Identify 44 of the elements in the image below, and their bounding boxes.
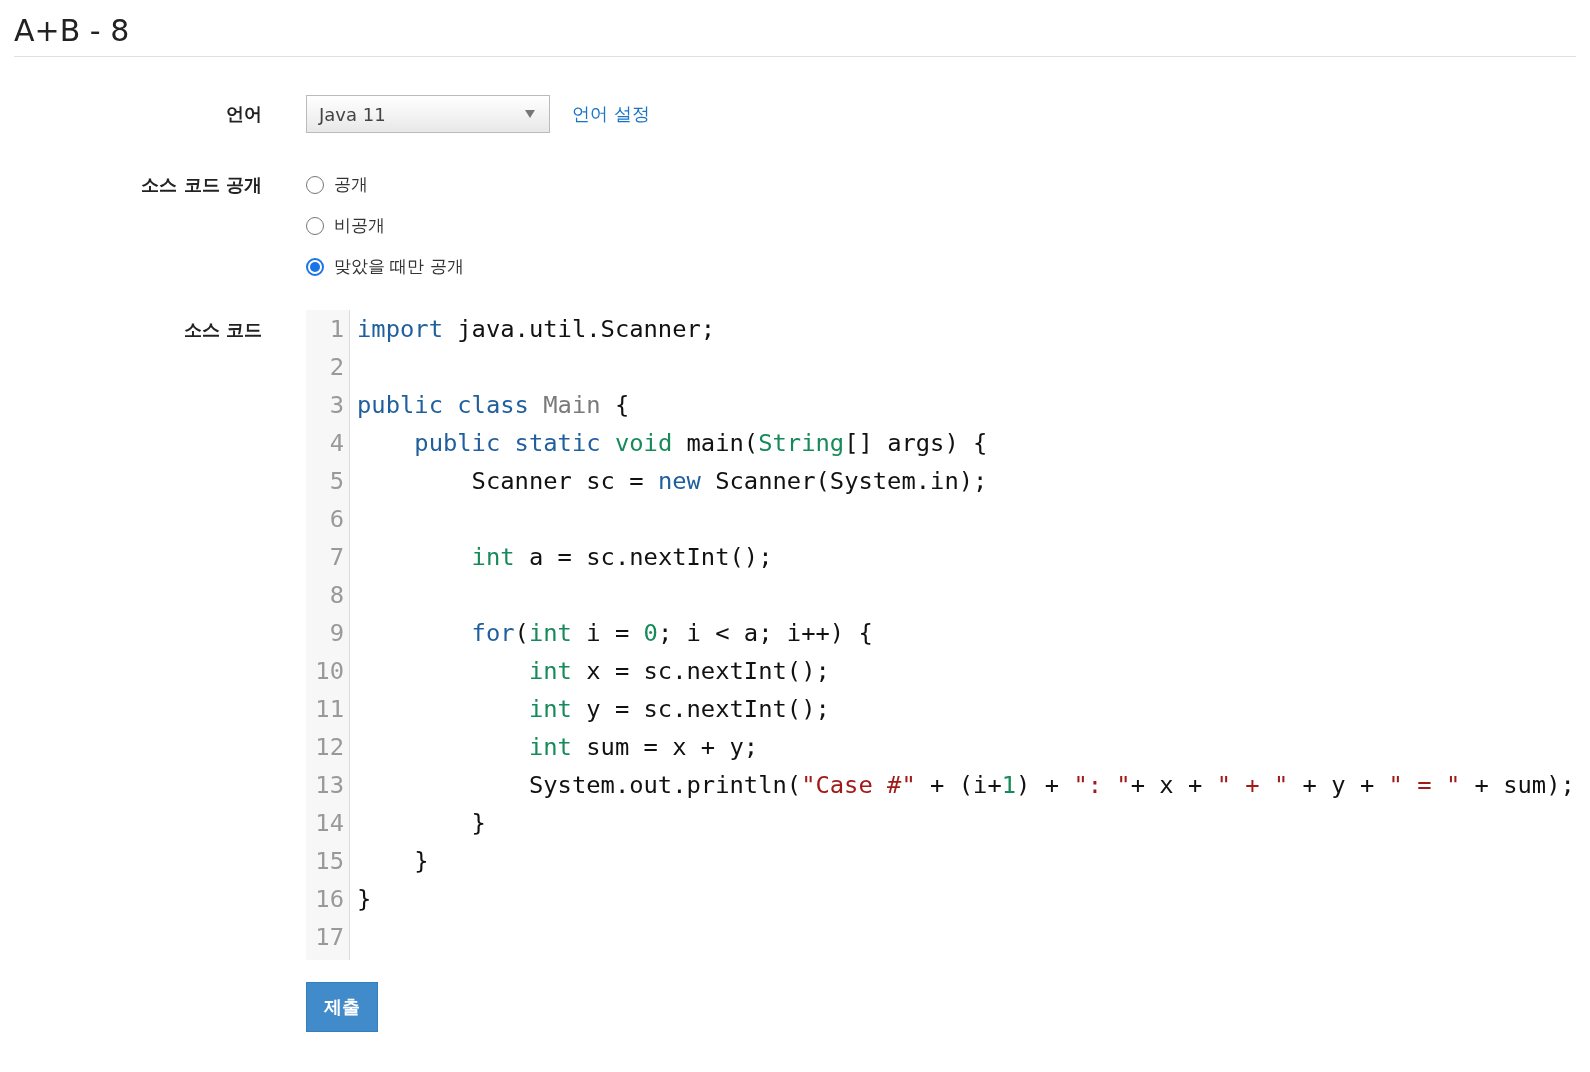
- field-label: 소스 코드 공개: [141, 173, 262, 197]
- radio-button[interactable]: [306, 257, 324, 276]
- line-number: 15: [315, 846, 344, 877]
- line-number: 17: [315, 922, 344, 953]
- code-line: }: [357, 884, 373, 915]
- line-number: 3: [329, 390, 344, 421]
- line-number: 7: [329, 542, 344, 573]
- line-number: 16: [315, 884, 344, 915]
- line-number: 4: [329, 428, 344, 459]
- radio-label: 공개: [334, 173, 368, 196]
- line-number: 5: [329, 466, 344, 497]
- line-number: 8: [329, 580, 344, 611]
- line-number: 12: [315, 732, 344, 763]
- language-settings-link[interactable]: 언어 설정: [572, 102, 650, 126]
- code-line: int sum = x + y;: [527, 732, 760, 763]
- line-number: 6: [329, 504, 344, 535]
- code-line: Scanner sc = new Scanner(System.in);: [470, 466, 989, 497]
- code-line: for(int i = 0; i < a; i++) {: [470, 618, 874, 649]
- code-line: int x = sc.nextInt();: [527, 656, 831, 687]
- code-line: public class Main {: [357, 390, 631, 421]
- line-number: 2: [329, 352, 344, 383]
- code-line: int a = sc.nextInt();: [470, 542, 774, 573]
- code-line: int y = sc.nextInt();: [527, 694, 831, 725]
- code-line: System.out.println("Case #" + (i+1) + ": "+ x + " + " + y + " = " + sum);: [527, 770, 1576, 801]
- line-number: 10: [315, 656, 344, 687]
- code-line: import java.util.Scanner;: [357, 314, 717, 345]
- line-number: 14: [315, 808, 344, 839]
- field-label: 언어: [226, 102, 262, 126]
- code-line: }: [413, 846, 430, 877]
- code-line: }: [470, 808, 487, 839]
- line-number: 9: [329, 618, 344, 649]
- radio-label: 맞았을 때만 공개: [334, 255, 464, 278]
- code-line: public static void main(String[] args) {: [413, 428, 989, 459]
- line-number: 13: [315, 770, 344, 801]
- caret-icon: [525, 110, 535, 118]
- radio-label: 비공개: [334, 214, 385, 237]
- field-label: 소스 코드: [183, 318, 262, 342]
- radio-button[interactable]: [306, 216, 324, 235]
- radio-button[interactable]: [306, 175, 324, 194]
- language-select[interactable]: Java 11: [306, 95, 550, 133]
- submit-button[interactable]: 제출: [306, 982, 378, 1032]
- line-number: 1: [329, 314, 344, 345]
- line-number: 11: [315, 694, 344, 725]
- page-title: A+B - 8: [14, 10, 1576, 57]
